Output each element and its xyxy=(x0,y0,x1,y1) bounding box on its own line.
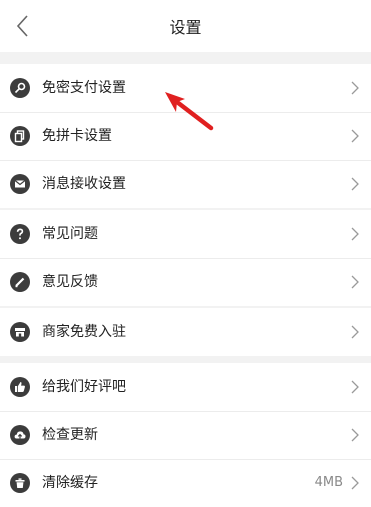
settings-group-payment: 免密支付设置 免拼卡设置 消息接收设置 xyxy=(0,64,371,208)
pencil-icon xyxy=(10,272,30,292)
thumbs-up-icon xyxy=(10,377,30,397)
settings-item-check-update[interactable]: 检查更新 xyxy=(0,411,371,459)
key-icon xyxy=(10,78,30,98)
settings-item-label: 清除缓存 xyxy=(42,475,98,491)
settings-group-help: 常见问题 意见反馈 xyxy=(0,210,371,306)
store-icon xyxy=(10,322,30,342)
settings-item-message-receive[interactable]: 消息接收设置 xyxy=(0,160,371,208)
settings-item-label: 检查更新 xyxy=(42,427,98,443)
envelope-icon xyxy=(10,174,30,194)
cache-size-value: 4MB xyxy=(314,475,343,490)
chevron-right-icon xyxy=(351,476,359,490)
settings-item-label: 给我们好评吧 xyxy=(42,379,126,395)
settings-item-feedback[interactable]: 意见反馈 xyxy=(0,258,371,306)
settings-item-label: 免拼卡设置 xyxy=(42,128,112,144)
annotation-arrow xyxy=(165,92,214,131)
chevron-right-icon xyxy=(351,428,359,442)
settings-item-faq[interactable]: 常见问题 xyxy=(0,210,371,258)
settings-item-label: 意见反馈 xyxy=(42,274,98,290)
settings-item-rate-us[interactable]: 给我们好评吧 xyxy=(0,363,371,411)
settings-group-merchant: 商家免费入驻 xyxy=(0,308,371,356)
nav-bar: 设置 xyxy=(0,0,371,52)
settings-item-merchant-join[interactable]: 商家免费入驻 xyxy=(0,308,371,356)
chevron-right-icon xyxy=(351,275,359,289)
settings-item-label: 消息接收设置 xyxy=(42,176,126,192)
chevron-right-icon xyxy=(351,380,359,394)
chevron-right-icon xyxy=(351,177,359,191)
trash-icon xyxy=(10,473,30,493)
settings-item-label: 常见问题 xyxy=(42,226,98,242)
card-icon xyxy=(10,126,30,146)
page-title: 设置 xyxy=(169,18,202,37)
chevron-right-icon xyxy=(351,227,359,241)
settings-group-app: 给我们好评吧 检查更新 清除缓存 4MB xyxy=(0,363,371,507)
chevron-right-icon xyxy=(351,81,359,95)
settings-item-clear-cache[interactable]: 清除缓存 4MB xyxy=(0,459,371,507)
chevron-right-icon xyxy=(351,129,359,143)
settings-item-label: 免密支付设置 xyxy=(42,80,126,96)
chevron-right-icon xyxy=(351,325,359,339)
question-icon xyxy=(10,224,30,244)
cloud-upload-icon xyxy=(10,425,30,445)
settings-item-label: 商家免费入驻 xyxy=(42,324,126,340)
